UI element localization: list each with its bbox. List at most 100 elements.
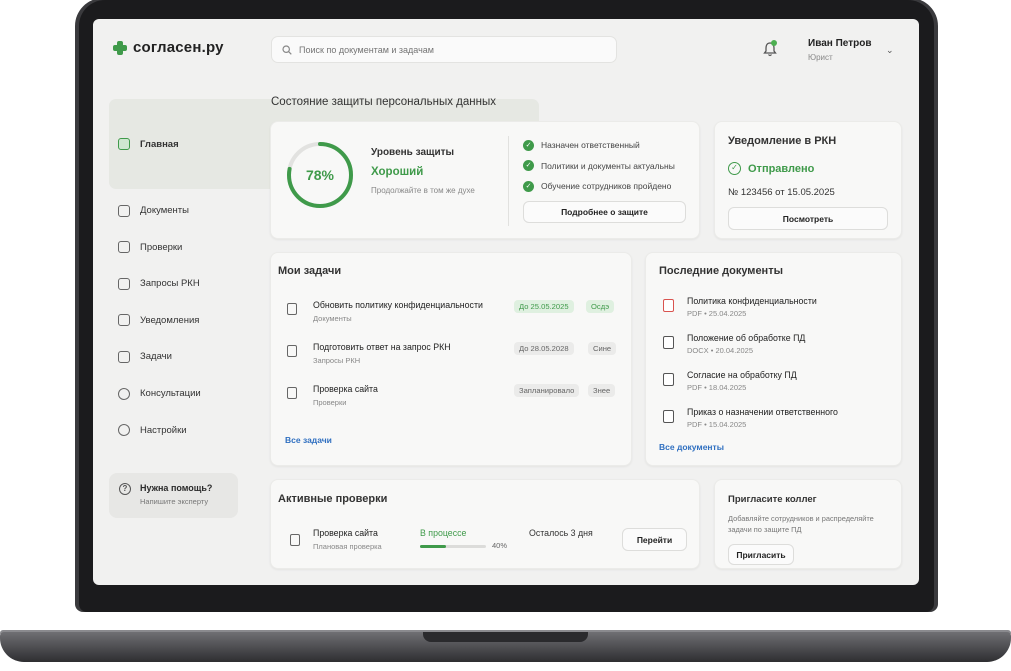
go-to-check-button[interactable]: Перейти: [622, 528, 687, 551]
sidebar-item-checks[interactable]: Проверки: [109, 232, 239, 262]
divider: [508, 136, 509, 226]
rkn-title: Уведомление в РКН: [728, 135, 837, 147]
task-row[interactable]: Обновить политику конфиденциальности Док…: [287, 300, 621, 330]
search-bar[interactable]: [271, 36, 617, 63]
search-icon: [282, 44, 292, 55]
sidebar-item-label: Документы: [140, 205, 189, 217]
task-category: Проверки: [313, 398, 347, 407]
document-name: Согласие на обработку ПД: [687, 370, 797, 380]
check-icon: [118, 241, 130, 254]
checkmark-icon: ✓: [523, 160, 534, 172]
document-row[interactable]: Согласие на обработку ПД PDF • 18.04.202…: [663, 370, 893, 400]
bell-icon: [118, 314, 130, 327]
app-screen: согласен.ру Иван Петров Юрист ⌄ Главная …: [93, 19, 919, 585]
chevron-down-icon[interactable]: ⌄: [886, 45, 894, 56]
invite-text: Добавляйте сотрудников и распределяйте з…: [728, 514, 874, 534]
request-icon: [118, 277, 130, 290]
sidebar-item-label: Главная: [140, 138, 179, 150]
checklist-item: ✓ Назначен ответственный: [523, 135, 675, 156]
task-category: Документы: [313, 314, 352, 323]
sidebar-item-label: Уведомления: [140, 314, 200, 326]
sidebar-item-settings[interactable]: Настройки: [109, 415, 239, 445]
search-input[interactable]: [299, 44, 589, 55]
check-progress-label: 40%: [492, 541, 508, 550]
tasks-card: Мои задачи Обновить политику конфиденциа…: [270, 252, 632, 466]
help-box[interactable]: ? Нужна помощь? Напишите эксперту: [109, 473, 238, 518]
help-icon: ?: [119, 483, 131, 495]
rkn-status: ✓ Отправлено: [728, 162, 814, 175]
document-icon: [290, 534, 300, 546]
task-due-badge: До 28.05.2028: [514, 342, 574, 355]
task-row[interactable]: Проверка сайта Проверки Запланировало Зн…: [287, 384, 621, 414]
help-subtitle: Напишите эксперту: [140, 497, 209, 506]
document-name: Политика конфиденциальности: [687, 296, 817, 306]
user-name[interactable]: Иван Петров: [808, 38, 871, 49]
document-name: Положение об обработке ПД: [687, 333, 806, 343]
task-category: Запросы РКН: [313, 356, 361, 365]
checklist-label: Политики и документы актуальны: [541, 160, 675, 171]
checkmark-icon: ✓: [523, 139, 534, 151]
rkn-view-button[interactable]: Посмотреть: [728, 207, 888, 230]
sidebar-item-notifications[interactable]: Уведомления: [109, 305, 239, 335]
sidebar-item-label: Настройки: [140, 424, 187, 436]
logo-text: согласен.ру: [133, 39, 224, 56]
task-status-badge: Знее: [588, 384, 616, 397]
document-row[interactable]: Положение об обработке ПД DOCX • 20.04.2…: [663, 333, 893, 363]
invite-button[interactable]: Пригласить: [728, 544, 794, 565]
logo[interactable]: согласен.ру: [113, 39, 224, 56]
task-name: Обновить политику конфиденциальности: [313, 300, 483, 310]
task-due-badge: До 25.05.2025: [514, 300, 574, 313]
sidebar-item-label: Консультации: [140, 388, 201, 400]
all-documents-link[interactable]: Все документы: [659, 442, 724, 452]
protection-checklist: ✓ Назначен ответственный ✓ Политики и доку…: [523, 135, 675, 197]
file-icon: [663, 336, 674, 349]
checklist-label: Обучение сотрудников пройдено: [541, 181, 672, 192]
documents-title: Последние документы: [659, 265, 783, 277]
task-row[interactable]: Подготовить ответ на запрос РКН Запросы …: [287, 342, 621, 372]
document-meta: PDF • 15.04.2025: [687, 420, 747, 429]
task-name: Проверка сайта: [313, 384, 378, 394]
recent-documents-card: Последние документы Политика конфиденциа…: [645, 252, 902, 466]
all-tasks-link[interactable]: Все задачи: [285, 435, 332, 445]
file-icon: [663, 373, 674, 386]
check-circle-icon: ✓: [728, 162, 741, 175]
document-row[interactable]: Политика конфиденциальности PDF • 25.04.…: [663, 296, 893, 326]
task-status-badge: Сине: [588, 342, 617, 355]
check-progress-bar: [420, 545, 486, 548]
invite-card: Пригласите коллег Добавляйте сотрудников…: [714, 479, 902, 569]
task-name: Подготовить ответ на запрос РКН: [313, 342, 451, 352]
check-remaining: Осталось 3 дня: [529, 528, 593, 538]
invite-title: Пригласите коллег: [728, 494, 817, 505]
protection-status: Хороший: [371, 166, 424, 178]
check-status: В процессе: [420, 528, 467, 538]
check-name: Проверка сайта: [313, 528, 378, 538]
pdf-file-icon: [663, 299, 674, 312]
protection-details-button[interactable]: Подробнее о защите: [523, 201, 686, 223]
rkn-status-label: Отправлено: [748, 162, 815, 175]
sidebar-item-label: Задачи: [140, 351, 172, 363]
document-meta: PDF • 25.04.2025: [687, 309, 747, 318]
sidebar-nav: Главная Документы Проверки Запросы РКН У…: [109, 99, 539, 452]
protection-hint: Продолжайте в том же духе: [371, 186, 475, 195]
check-type: Плановая проверка: [313, 542, 382, 551]
checklist-item: ✓ Политики и документы актуальны: [523, 156, 675, 177]
file-icon: [663, 410, 674, 423]
sidebar-item-tasks[interactable]: Задачи: [109, 342, 239, 372]
active-checks-title: Активные проверки: [278, 493, 388, 505]
protection-percent: 78%: [305, 167, 335, 183]
document-icon: [287, 345, 297, 357]
sidebar-item-documents[interactable]: Документы: [109, 196, 239, 226]
sidebar-item-rkn-requests[interactable]: Запросы РКН: [109, 269, 239, 299]
active-checks-card: Активные проверки Проверка сайта Планова…: [270, 479, 700, 569]
page-title: Состояние защиты персональных данных: [271, 96, 496, 108]
sidebar-item-consultations[interactable]: Консультации: [109, 379, 239, 409]
calendar-icon: [118, 350, 130, 363]
task-due-badge: Запланировало: [514, 384, 580, 397]
document-row[interactable]: Приказ о назначении ответственного PDF •…: [663, 407, 893, 437]
home-icon: [118, 138, 130, 150]
task-status-badge: Осдэ: [586, 300, 615, 313]
user-role: Юрист: [808, 53, 833, 62]
sidebar-item-label: Проверки: [140, 241, 183, 253]
rkn-number: № 123456 от 15.05.2025: [728, 187, 835, 198]
logo-mark-icon: [113, 40, 127, 55]
